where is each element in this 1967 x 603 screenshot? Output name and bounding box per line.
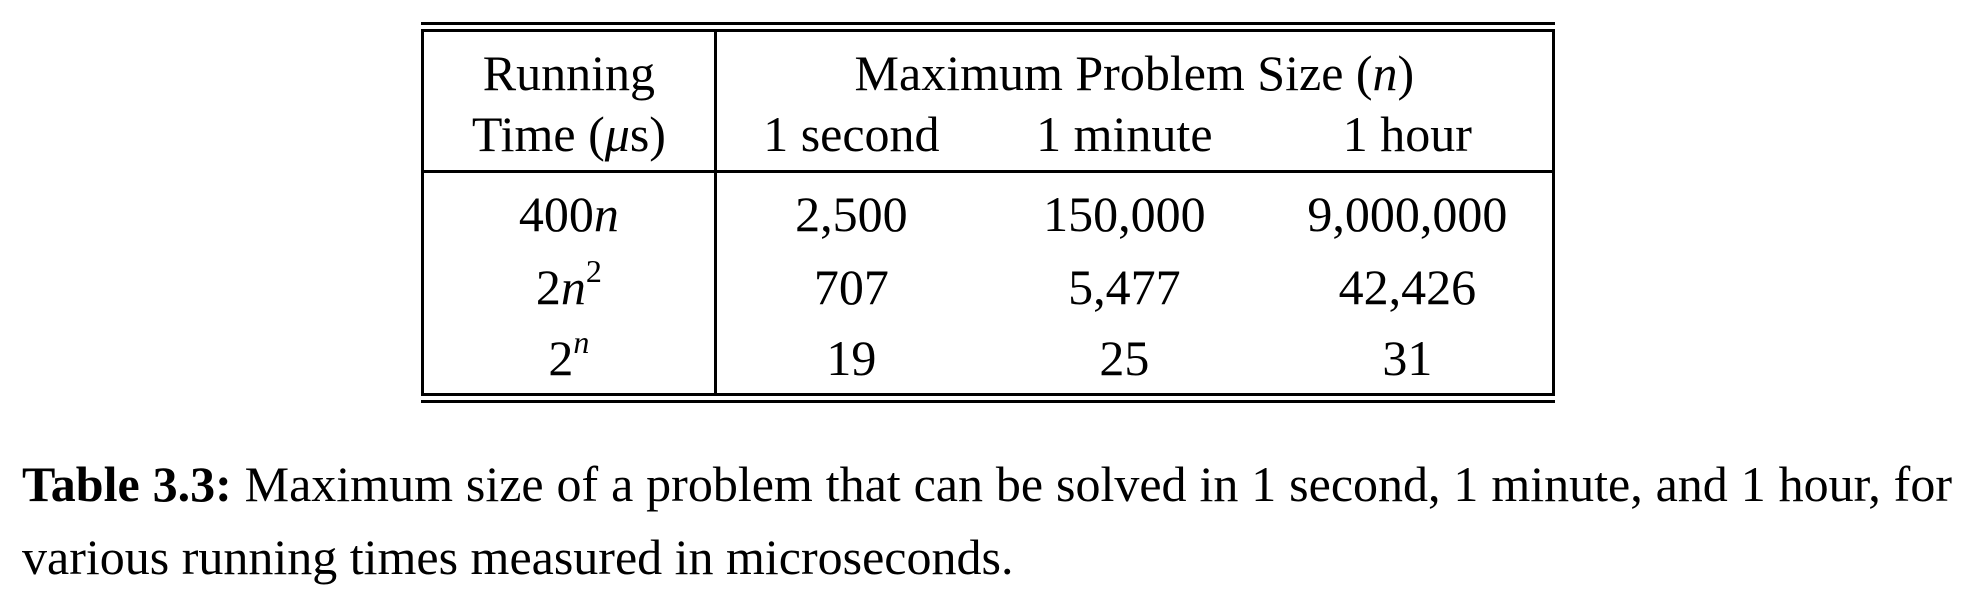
value-cell: 19 [826,330,877,386]
value-cell: 25 [1099,330,1150,386]
caption-text: Maximum size of a problem that can be so… [22,456,1952,585]
table-bottom-rule [421,393,1555,403]
running-time-cell: 2n2 [422,250,717,323]
header-row-2: Time (μs) 1 second 1 minute 1 hour [422,98,1554,173]
value-cell: 42,426 [1338,258,1477,315]
running-time-cell: 2n [422,323,717,393]
complexity-table: Running Maximum Problem Size (n) Time (μ… [421,22,1555,403]
running-time-header-line2: Time (μs) [422,98,717,173]
value-cell: 5,477 [1068,258,1181,315]
caption-label: Table 3.3: [22,456,232,512]
column-header-1-minute: 1 minute [985,98,1263,173]
table-caption: Table 3.3: Maximum size of a problem tha… [22,448,1952,594]
value-cell: 2,500 [795,185,908,242]
header-row-1: Running Maximum Problem Size (n) [422,32,1554,101]
max-problem-size-header: Maximum Problem Size (n) [854,45,1415,101]
table-row: 2n 19 25 31 [422,323,1554,393]
column-header-1-hour: 1 hour [1262,98,1554,173]
table-row: 2n2 707 5,477 42,426 [422,250,1554,323]
column-header-1-second: 1 second [715,98,986,173]
value-cell: 707 [813,258,889,315]
data-table: Running Maximum Problem Size (n) Time (μ… [421,32,1555,393]
running-time-cell: 400n [422,171,717,250]
table-row: 400n 2,500 150,000 9,000,000 [422,171,1554,250]
running-time-header-line1: Running [422,32,717,98]
value-cell: 31 [1382,330,1433,386]
value-cell: 150,000 [1043,185,1206,242]
value-cell: 9,000,000 [1307,185,1508,242]
table-top-rule [421,22,1555,32]
